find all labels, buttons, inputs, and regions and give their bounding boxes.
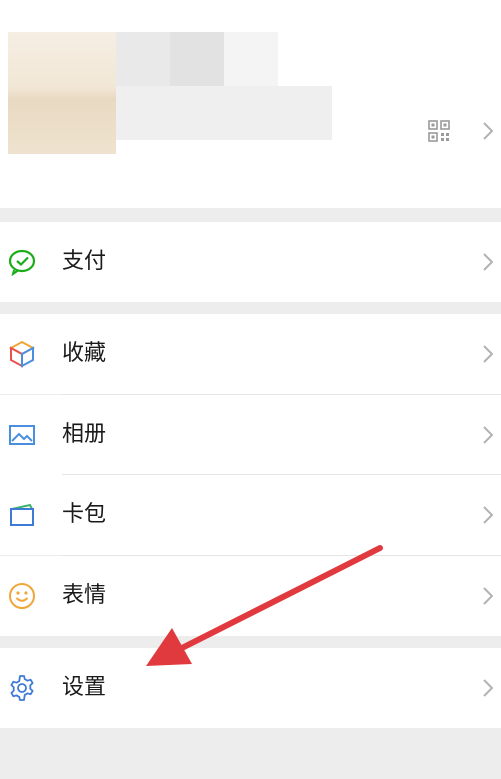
blurred-account-id: [116, 86, 332, 140]
menu-label: 表情: [62, 583, 107, 608]
menu-label: 相册: [62, 422, 107, 447]
blurred-avatar: [8, 32, 116, 154]
blurred-account-id-2: [224, 32, 278, 86]
menu-label: 收藏: [62, 341, 107, 366]
qr-code-icon[interactable]: [428, 120, 450, 142]
menu-label: 设置: [62, 675, 107, 700]
wechat-pay-icon: [8, 249, 36, 276]
picture-icon: [9, 425, 35, 445]
menu-item-cards[interactable]: 卡包: [0, 475, 501, 555]
profile-header[interactable]: [0, 0, 501, 208]
blurred-name-2: [170, 32, 226, 86]
chevron-right-icon: [483, 122, 493, 140]
menu-item-pay[interactable]: 支付: [0, 222, 501, 302]
menu-item-album[interactable]: 相册: [0, 395, 501, 475]
menu-label: 支付: [62, 249, 107, 274]
chevron-right-icon: [483, 587, 493, 605]
menu-label: 卡包: [62, 502, 107, 527]
smiley-icon: [9, 583, 35, 609]
chevron-right-icon: [483, 506, 493, 524]
card-wallet-icon: [10, 503, 34, 526]
chevron-right-icon: [483, 345, 493, 363]
cube-icon: [8, 340, 36, 368]
menu-item-stickers[interactable]: 表情: [0, 556, 501, 636]
chevron-right-icon: [483, 426, 493, 444]
menu-item-settings[interactable]: 设置: [0, 648, 501, 728]
chevron-right-icon: [483, 253, 493, 271]
gear-icon: [10, 675, 34, 701]
chevron-right-icon: [483, 679, 493, 697]
menu-item-favorites[interactable]: 收藏: [0, 314, 501, 394]
